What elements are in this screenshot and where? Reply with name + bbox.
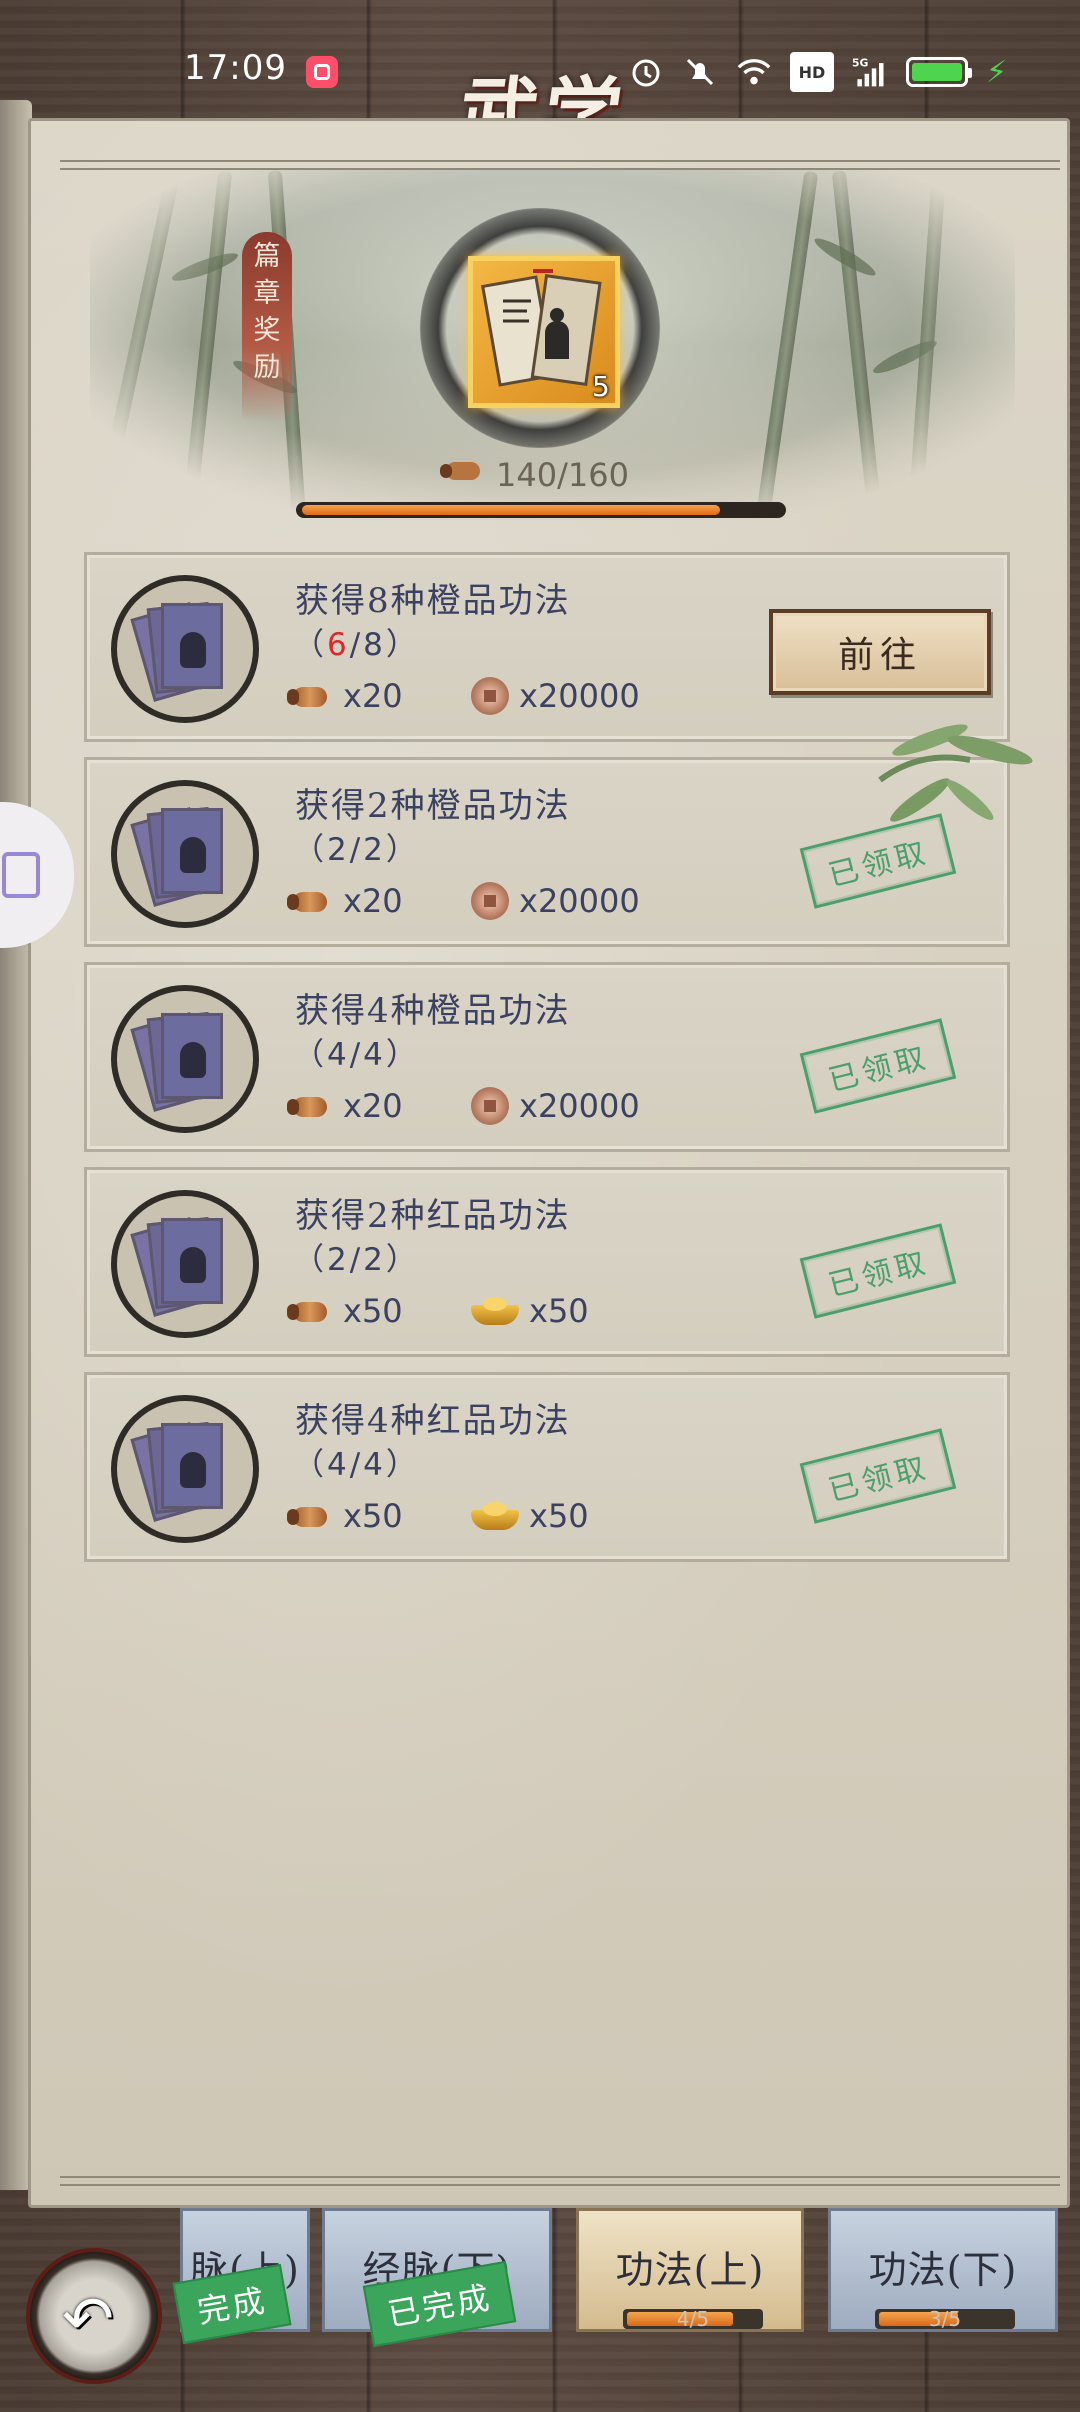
hd-icon: HD <box>790 52 834 92</box>
technique-book-icon <box>111 1190 259 1338</box>
chapter-progress-fill <box>302 505 720 515</box>
status-time: 17:09 <box>184 48 287 88</box>
reward-secondary: x20000 <box>471 677 640 715</box>
task-card: 获得4种橙品功法 （4/4） x20 x20000 已领取 <box>84 962 1010 1152</box>
item-count: 5 <box>592 370 610 403</box>
mute-icon <box>682 54 718 90</box>
tab-meridian-lower[interactable]: 经脉(下) 已完成 <box>322 2208 552 2348</box>
tab-label: 功法(上) <box>615 2248 765 2292</box>
reward-secondary: x50 <box>471 1497 589 1535</box>
claimed-stamp: 已领取 <box>799 1428 957 1524</box>
reward-count: x20000 <box>519 1087 640 1125</box>
bottom-tabbar: 脉(上) 完成 经脉(下) 已完成 功法(上) 4/5 功法(下) 3/5 <box>0 2200 1080 2412</box>
task-title: 获得4种红品功法 <box>295 1401 571 1441</box>
scroll-icon <box>287 1091 333 1121</box>
scroll-icon <box>287 1501 333 1531</box>
tab-technique-lower[interactable]: 功法(下) 3/5 <box>828 2208 1058 2332</box>
coin-icon <box>471 1087 509 1125</box>
bamboo-leaf-decoration <box>878 724 1033 822</box>
scroll-icon <box>287 1296 333 1326</box>
reward-count: x50 <box>529 1497 589 1535</box>
reward-scroll: x50 <box>287 1497 403 1535</box>
task-title: 获得2种红品功法 <box>295 1196 571 1236</box>
reward-secondary: x50 <box>471 1292 589 1330</box>
reward-count: x20 <box>343 882 403 920</box>
gamepad-icon <box>2 852 40 898</box>
reward-count: x50 <box>529 1292 589 1330</box>
reward-secondary: x20000 <box>471 882 640 920</box>
reward-scroll: x20 <box>287 882 403 920</box>
technique-book-icon <box>111 780 259 928</box>
app-badge-icon <box>306 56 338 88</box>
technique-book-icon <box>111 985 259 1133</box>
reward-count: x50 <box>343 1292 403 1330</box>
charging-icon: ⚡ <box>986 54 1008 90</box>
reward-count: x20000 <box>519 677 640 715</box>
task-progress: （6/8） <box>293 627 420 663</box>
claimed-stamp: 已领取 <box>799 1223 957 1319</box>
svg-text:5G: 5G <box>852 57 869 70</box>
tab-meridian-upper[interactable]: 脉(上) 完成 <box>172 2208 310 2345</box>
back-button[interactable]: ↶ <box>26 2248 162 2384</box>
divider <box>60 160 1060 170</box>
signal-5g-icon: 5G <box>852 54 888 90</box>
chapter-progress-text: 140/160 <box>496 456 629 494</box>
wifi-icon <box>736 54 772 90</box>
coin-icon <box>471 677 509 715</box>
reward-count: x20 <box>343 677 403 715</box>
go-button[interactable]: 前往 <box>769 609 991 695</box>
task-title: 获得4种橙品功法 <box>295 991 571 1031</box>
task-progress: （2/2） <box>293 1242 420 1278</box>
task-title: 获得8种橙品功法 <box>295 581 571 621</box>
reward-count: x20000 <box>519 882 640 920</box>
chapter-progress-bar <box>296 502 786 518</box>
reward-secondary: x20000 <box>471 1087 640 1125</box>
scroll-icon <box>440 462 480 480</box>
task-title: 获得2种橙品功法 <box>295 786 571 826</box>
reward-scroll: x20 <box>287 677 403 715</box>
reward-scroll: x50 <box>287 1292 403 1330</box>
reward-count: x20 <box>343 1087 403 1125</box>
divider <box>60 2176 1060 2186</box>
chapter-reward-tag: 篇章奖励 <box>242 232 292 422</box>
status-icons: HD 5G ⚡ <box>628 48 1007 96</box>
reward-scroll: x20 <box>287 1087 403 1125</box>
tab-label: 功法(下) <box>868 2248 1018 2292</box>
scroll-icon <box>287 886 333 916</box>
tab-progress-text: 3/5 <box>928 2307 962 2331</box>
task-progress: （4/4） <box>293 1447 420 1483</box>
battery-icon <box>906 57 972 87</box>
tab-progress-bar: 4/5 <box>623 2307 763 2331</box>
technique-book-icon <box>111 1395 259 1543</box>
reward-count: x50 <box>343 1497 403 1535</box>
task-progress: （4/4） <box>293 1037 420 1073</box>
status-bar: 17:09 HD 5G ⚡ 武学 <box>0 40 1080 160</box>
task-card: 获得4种红品功法 （4/4） x50 x50 已领取 <box>84 1372 1010 1562</box>
task-card: 获得2种红品功法 （2/2） x50 x50 已领取 <box>84 1167 1010 1357</box>
back-arrow-icon: ↶ <box>62 2282 114 2355</box>
claimed-stamp: 已领取 <box>799 1018 957 1114</box>
gold-ingot-icon <box>471 1295 519 1327</box>
task-progress: （2/2） <box>293 832 420 868</box>
gold-ingot-icon <box>471 1500 519 1532</box>
tab-technique-upper[interactable]: 功法(上) 4/5 <box>576 2208 804 2332</box>
tab-progress-text: 4/5 <box>676 2307 710 2331</box>
tab-progress-bar: 3/5 <box>875 2307 1015 2331</box>
coin-icon <box>471 882 509 920</box>
scroll-icon <box>287 681 333 711</box>
technique-book-icon <box>111 575 259 723</box>
